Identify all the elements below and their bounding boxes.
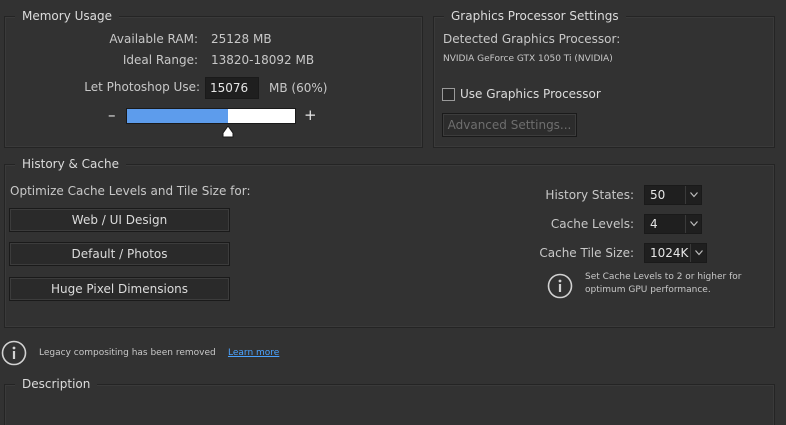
gpu-settings-title: Graphics Processor Settings (444, 8, 626, 24)
available-ram-label: Available RAM: (109, 32, 198, 46)
gpu-tip-line1: Set Cache Levels to 2 or higher for (585, 272, 742, 282)
cache-tile-size-label: Cache Tile Size: (539, 246, 634, 260)
info-icon (547, 273, 573, 299)
detected-gpu-label: Detected Graphics Processor: (443, 32, 621, 46)
history-states-select[interactable]: 50 (644, 185, 702, 205)
slider-plus-button[interactable]: + (304, 106, 317, 124)
gpu-tip-line2: optimum GPU performance. (585, 285, 711, 295)
default-photos-button[interactable]: Default / Photos (9, 242, 230, 266)
available-ram-value: 25128 MB (211, 32, 272, 46)
memory-slider-thumb[interactable] (222, 126, 234, 138)
history-states-label: History States: (545, 188, 634, 202)
let-photoshop-use-input[interactable]: 15076 (205, 77, 259, 99)
info-icon (1, 340, 27, 366)
web-ui-design-button[interactable]: Web / UI Design (9, 208, 230, 232)
legacy-compositing-message: Legacy compositing has been removed (39, 348, 216, 358)
learn-more-link[interactable]: Learn more (228, 348, 279, 358)
description-title: Description (15, 376, 98, 392)
ideal-range-value: 13820-18092 MB (211, 53, 315, 67)
cache-tile-size-value: 1024K (650, 246, 689, 260)
chevron-down-icon (685, 186, 701, 204)
chevron-down-icon (690, 244, 706, 262)
use-gpu-label[interactable]: Use Graphics Processor (460, 87, 601, 101)
description-group: Description (4, 376, 775, 425)
cache-tile-size-select[interactable]: 1024K (644, 243, 707, 263)
cache-levels-label: Cache Levels: (550, 217, 634, 231)
let-photoshop-use-label: Let Photoshop Use: (84, 80, 200, 94)
optimize-cache-label: Optimize Cache Levels and Tile Size for: (10, 184, 251, 198)
memory-slider-track[interactable] (126, 108, 296, 124)
ideal-range-label: Ideal Range: (122, 53, 198, 67)
history-cache-title: History & Cache (15, 156, 126, 172)
cache-levels-select[interactable]: 4 (644, 214, 702, 234)
huge-pixel-dimensions-button[interactable]: Huge Pixel Dimensions (9, 277, 230, 301)
slider-minus-button[interactable]: – (108, 106, 116, 124)
cache-levels-value: 4 (650, 217, 658, 231)
memory-slider-fill (127, 109, 228, 123)
memory-usage-title: Memory Usage (15, 8, 120, 24)
use-gpu-checkbox[interactable] (442, 88, 455, 101)
let-photoshop-use-suffix: MB (60%) (269, 81, 328, 95)
advanced-settings-button[interactable]: Advanced Settings... (442, 113, 577, 137)
detected-gpu-value: NVIDIA GeForce GTX 1050 Ti (NVIDIA) (443, 54, 613, 64)
history-states-value: 50 (650, 188, 666, 202)
chevron-down-icon (685, 215, 701, 233)
